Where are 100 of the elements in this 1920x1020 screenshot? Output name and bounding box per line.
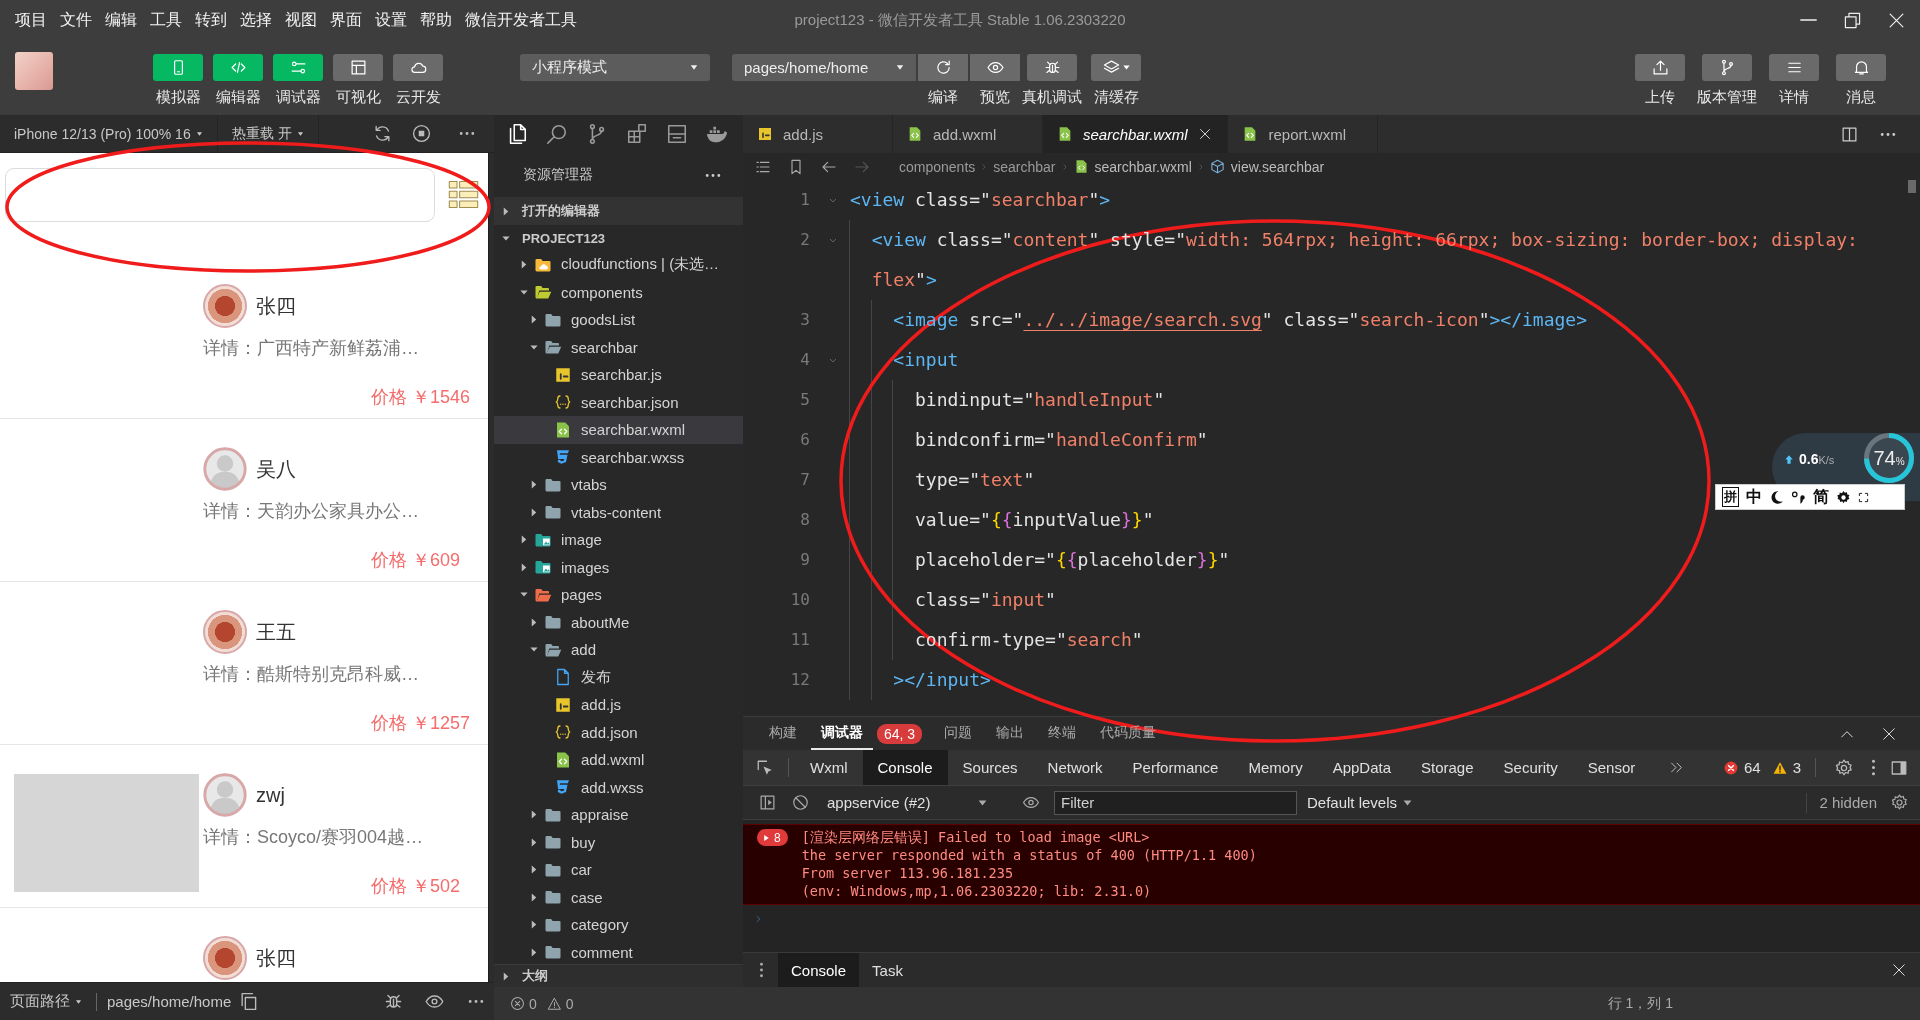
- filter-field[interactable]: Filter: [1054, 790, 1297, 815]
- breadcrumb-item[interactable]: searchbar: [993, 158, 1056, 175]
- file-item[interactable]: searchbar.wxss: [494, 443, 743, 471]
- goods-item[interactable]: 王五 详情：酷斯特别克昂科威… 价格 ￥1257: [0, 582, 488, 745]
- ime-button[interactable]: 中: [1746, 488, 1762, 506]
- bookmark-icon[interactable]: [788, 158, 804, 175]
- devtools-tab[interactable]: Performance: [1117, 750, 1234, 785]
- file-link[interactable]: ../../image/search.svg: [1023, 309, 1262, 330]
- folder-item[interactable]: searchbar: [494, 333, 743, 361]
- folder-item[interactable]: car: [494, 856, 743, 884]
- folder-item[interactable]: goodsList: [494, 306, 743, 334]
- caret-right-icon[interactable]: [530, 947, 538, 957]
- goods-item[interactable]: 张四 详情：广西特产新鲜荔浦… 价格 ￥1546: [0, 256, 488, 419]
- caret-right-icon[interactable]: [520, 260, 528, 270]
- problems-counter[interactable]: 0 0: [510, 995, 574, 1012]
- close-icon[interactable]: [1882, 726, 1896, 741]
- panel-tab[interactable]: 问题: [934, 717, 983, 750]
- chevron-down-icon[interactable]: [827, 196, 839, 204]
- sync-icon[interactable]: [372, 124, 392, 143]
- punctuation-icon[interactable]: [1791, 489, 1806, 505]
- goods-item[interactable]: zwj 详情：Scoyco/赛羽004越… 价格 ￥502: [0, 745, 488, 908]
- caret-right-icon[interactable]: [530, 507, 538, 517]
- issues-counter[interactable]: 64 3: [1723, 759, 1801, 776]
- settings-icon[interactable]: [1836, 489, 1851, 505]
- devtools-tab[interactable]: Sensor: [1572, 750, 1651, 785]
- breadcrumb-item[interactable]: view.searchbar: [1209, 158, 1325, 175]
- eye-icon[interactable]: [425, 992, 444, 1011]
- file-item[interactable]: add.wxml: [494, 746, 743, 774]
- folder-item[interactable]: image: [494, 526, 743, 554]
- folder-item[interactable]: cloudfunctions | (未选…: [494, 251, 743, 279]
- more-icon[interactable]: [705, 172, 721, 178]
- menu-item[interactable]: 文件: [60, 9, 92, 31]
- panel-tab[interactable]: 输出: [986, 717, 1035, 750]
- more-icon[interactable]: [468, 999, 484, 1004]
- file-item[interactable]: 发布: [494, 663, 743, 691]
- menu-item[interactable]: 项目: [15, 9, 47, 31]
- folder-item[interactable]: add: [494, 636, 743, 664]
- folder-item[interactable]: aboutMe: [494, 608, 743, 636]
- folder-item[interactable]: vtabs-content: [494, 498, 743, 526]
- double-chevron-icon[interactable]: [1670, 761, 1684, 774]
- file-item[interactable]: searchbar.wxml: [494, 416, 743, 444]
- context-dropdown[interactable]: appservice (#2): [827, 794, 987, 811]
- scrollbar-thumb[interactable]: [1908, 180, 1916, 193]
- ime-button[interactable]: 拼: [1722, 487, 1739, 507]
- menu-item[interactable]: 帮助: [420, 9, 452, 31]
- toolbar-button[interactable]: [918, 54, 968, 81]
- section-header[interactable]: 大纲: [494, 964, 743, 987]
- folder-item[interactable]: case: [494, 883, 743, 911]
- breadcrumb-item[interactable]: components: [899, 158, 976, 175]
- toolbar-button[interactable]: [1769, 54, 1819, 81]
- caret-right-icon[interactable]: [530, 315, 538, 325]
- ime-button[interactable]: 简: [1813, 488, 1829, 506]
- caret-right-icon[interactable]: [530, 865, 538, 875]
- devtools-tab[interactable]: Wxml: [795, 750, 863, 785]
- stop-icon[interactable]: [411, 124, 431, 143]
- copy-icon[interactable]: [239, 992, 259, 1011]
- close-icon[interactable]: [1892, 963, 1906, 977]
- caret-right-icon[interactable]: [530, 810, 538, 820]
- list-view-icon[interactable]: [446, 179, 481, 210]
- folder-item[interactable]: appraise: [494, 801, 743, 829]
- file-item[interactable]: searchbar.js: [494, 361, 743, 389]
- file-item[interactable]: add.js: [494, 691, 743, 719]
- chevron-down-icon[interactable]: [827, 236, 839, 244]
- kebab-menu-icon[interactable]: [1871, 759, 1876, 776]
- menu-item[interactable]: 编辑: [105, 9, 137, 31]
- close-icon[interactable]: [1199, 128, 1212, 140]
- view-toggle-button[interactable]: [393, 54, 443, 81]
- cursor-position[interactable]: 行 1，列 1: [1607, 994, 1673, 1013]
- menu-item[interactable]: 界面: [330, 9, 362, 31]
- pointer-icon[interactable]: [756, 758, 774, 777]
- devtools-tab[interactable]: Console: [862, 750, 948, 785]
- panel-tab[interactable]: 终端: [1038, 717, 1087, 750]
- bug-icon[interactable]: [384, 992, 403, 1011]
- toolbar-button[interactable]: [1027, 54, 1077, 81]
- file-item[interactable]: searchbar.json: [494, 388, 743, 416]
- view-toggle-button[interactable]: [213, 54, 263, 81]
- toolbar-button[interactable]: [970, 54, 1020, 81]
- caret-right-icon[interactable]: [530, 480, 538, 490]
- section-header[interactable]: 打开的编辑器: [494, 197, 743, 225]
- more-icon[interactable]: [458, 131, 475, 136]
- prohibited-icon[interactable]: [792, 794, 809, 811]
- editor-tab[interactable]: searchbar.wxml: [1043, 115, 1229, 153]
- breadcrumb-item[interactable]: searchbar.wxml: [1073, 158, 1192, 175]
- toolbar-button[interactable]: [1091, 54, 1141, 81]
- menu-item[interactable]: 选择: [240, 9, 272, 31]
- menu-item[interactable]: 转到: [195, 9, 227, 31]
- page-path-dropdown[interactable]: 页面路径: [10, 992, 82, 1011]
- dock-icon[interactable]: [1890, 758, 1908, 777]
- folder-item[interactable]: category: [494, 911, 743, 939]
- menu-item[interactable]: 视图: [285, 9, 317, 31]
- blocks-icon[interactable]: [626, 123, 648, 145]
- page-dropdown[interactable]: pages/home/home: [732, 54, 916, 81]
- view-toggle-button[interactable]: [333, 54, 383, 81]
- caret-right-icon[interactable]: [520, 562, 528, 572]
- devtools-tab[interactable]: Sources: [947, 750, 1033, 785]
- caret-right-icon[interactable]: [530, 920, 538, 930]
- hot-reload-dropdown[interactable]: 热重载 开: [231, 124, 304, 143]
- caret-right-icon[interactable]: [530, 617, 538, 627]
- drawer-tab[interactable]: Task: [859, 953, 916, 987]
- devtools-tab[interactable]: Memory: [1233, 750, 1318, 785]
